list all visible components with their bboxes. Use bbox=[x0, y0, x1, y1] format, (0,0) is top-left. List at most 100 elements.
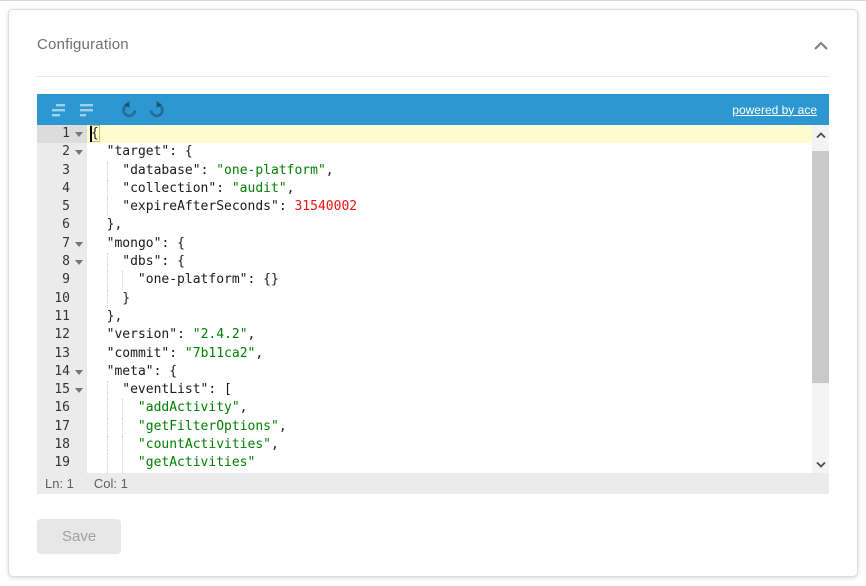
code-line[interactable]: 3"database": "one-platform", bbox=[37, 162, 829, 180]
code-token: : { bbox=[161, 254, 184, 269]
line-number[interactable]: 11 bbox=[37, 308, 87, 326]
code-line[interactable]: 8"dbs": { bbox=[37, 253, 829, 271]
code-line[interactable]: 7"mongo": { bbox=[37, 235, 829, 253]
code-line-content[interactable]: "one-platform": {} bbox=[87, 271, 829, 289]
code-token: "commit" bbox=[107, 346, 170, 361]
line-number[interactable]: 9 bbox=[37, 271, 87, 289]
code-line[interactable]: 1{ bbox=[37, 125, 829, 143]
code-line-content[interactable]: "meta": { bbox=[87, 363, 829, 381]
code-line[interactable]: 9"one-platform": {} bbox=[37, 271, 829, 289]
code-line[interactable]: 16"addActivity", bbox=[37, 399, 829, 417]
indent-guide bbox=[107, 162, 123, 180]
line-number[interactable]: 3 bbox=[37, 162, 87, 180]
scroll-down-icon[interactable] bbox=[812, 456, 829, 473]
line-number[interactable]: 13 bbox=[37, 345, 87, 363]
fold-arrow-icon[interactable] bbox=[75, 150, 83, 155]
indent-space bbox=[91, 399, 107, 417]
line-number[interactable]: 5 bbox=[37, 198, 87, 216]
line-number[interactable]: 10 bbox=[37, 290, 87, 308]
code-line-content[interactable]: "expireAfterSeconds": 31540002 bbox=[87, 198, 829, 216]
configuration-card: Configuration bbox=[8, 9, 858, 577]
scroll-up-icon[interactable] bbox=[812, 127, 829, 144]
line-number[interactable]: 7 bbox=[37, 235, 87, 253]
line-number[interactable]: 8 bbox=[37, 253, 87, 271]
code-token: "audit" bbox=[232, 181, 287, 196]
line-number[interactable]: 4 bbox=[37, 180, 87, 198]
indent-guide bbox=[122, 399, 138, 417]
fold-arrow-icon[interactable] bbox=[75, 132, 83, 137]
indent-space bbox=[91, 290, 107, 308]
fold-arrow-icon[interactable] bbox=[75, 388, 83, 393]
line-number[interactable]: 14 bbox=[37, 363, 87, 381]
code-token: "countActivities" bbox=[138, 437, 271, 452]
code-line-content[interactable]: "version": "2.4.2", bbox=[87, 326, 829, 344]
code-line-content[interactable]: "target": { bbox=[87, 143, 829, 161]
code-line[interactable]: 4"collection": "audit", bbox=[37, 180, 829, 198]
line-number[interactable]: 1 bbox=[37, 125, 87, 143]
code-line[interactable]: 6}, bbox=[37, 216, 829, 234]
compact-json-icon[interactable] bbox=[73, 98, 101, 122]
indent-space bbox=[91, 198, 107, 216]
code-line[interactable]: 2"target": { bbox=[37, 143, 829, 161]
line-number[interactable]: 6 bbox=[37, 216, 87, 234]
indent-guide bbox=[107, 271, 123, 289]
code-line[interactable]: 11}, bbox=[37, 308, 829, 326]
redo-icon[interactable] bbox=[143, 98, 171, 122]
line-number[interactable]: 16 bbox=[37, 399, 87, 417]
editor-scrollbar[interactable] bbox=[812, 125, 829, 473]
code-line[interactable]: 19"getActivities" bbox=[37, 454, 829, 472]
code-token: "database" bbox=[122, 163, 200, 178]
powered-by-ace-link[interactable]: powered by ace bbox=[732, 103, 821, 117]
code-line-content[interactable]: } bbox=[87, 290, 829, 308]
fold-arrow-icon[interactable] bbox=[75, 260, 83, 265]
code-line-content[interactable]: }, bbox=[87, 216, 829, 234]
scrollbar-thumb[interactable] bbox=[812, 151, 829, 383]
indent-space bbox=[91, 436, 107, 454]
code-line-content[interactable]: "mongo": { bbox=[87, 235, 829, 253]
code-token: , bbox=[240, 400, 248, 415]
indent-space bbox=[91, 235, 107, 253]
fold-arrow-icon[interactable] bbox=[75, 242, 83, 247]
code-line-content[interactable]: "dbs": { bbox=[87, 253, 829, 271]
line-number[interactable]: 15 bbox=[37, 381, 87, 399]
code-line-content[interactable]: "database": "one-platform", bbox=[87, 162, 829, 180]
code-line[interactable]: 15"eventList": [ bbox=[37, 381, 829, 399]
indent-space bbox=[91, 381, 107, 399]
line-number[interactable]: 19 bbox=[37, 454, 87, 472]
status-line-number: Ln: 1 bbox=[45, 476, 74, 491]
line-number[interactable]: 18 bbox=[37, 436, 87, 454]
code-line-content[interactable]: "countActivities", bbox=[87, 436, 829, 454]
code-line[interactable]: 10} bbox=[37, 290, 829, 308]
line-number[interactable]: 2 bbox=[37, 143, 87, 161]
code-token: "version" bbox=[107, 327, 177, 342]
fold-arrow-icon[interactable] bbox=[75, 370, 83, 375]
code-lines: 1{2"target": {3"database": "one-platform… bbox=[37, 125, 829, 473]
code-line-content[interactable]: }, bbox=[87, 308, 829, 326]
chevron-up-icon[interactable] bbox=[813, 39, 829, 51]
json-code-editor[interactable]: 1{2"target": {3"database": "one-platform… bbox=[37, 125, 829, 473]
code-line[interactable]: 12"version": "2.4.2", bbox=[37, 326, 829, 344]
card-header: Configuration bbox=[37, 10, 829, 53]
code-line-content[interactable]: "collection": "audit", bbox=[87, 180, 829, 198]
code-line-content[interactable]: "commit": "7b11ca2", bbox=[87, 345, 829, 363]
code-line-content[interactable]: "eventList": [ bbox=[87, 381, 829, 399]
format-json-icon[interactable] bbox=[45, 98, 73, 122]
code-line-content[interactable]: { bbox=[87, 125, 829, 143]
code-line[interactable]: 17"getFilterOptions", bbox=[37, 418, 829, 436]
text-cursor bbox=[90, 126, 92, 142]
code-line-content[interactable]: "getFilterOptions", bbox=[87, 418, 829, 436]
save-button[interactable]: Save bbox=[37, 519, 121, 554]
undo-icon[interactable] bbox=[115, 98, 143, 122]
code-token: "mongo" bbox=[107, 236, 162, 251]
line-number[interactable]: 12 bbox=[37, 326, 87, 344]
code-line-content[interactable]: "addActivity", bbox=[87, 399, 829, 417]
indent-guide bbox=[107, 399, 123, 417]
code-line[interactable]: 14"meta": { bbox=[37, 363, 829, 381]
code-line[interactable]: 13"commit": "7b11ca2", bbox=[37, 345, 829, 363]
code-line[interactable]: 5"expireAfterSeconds": 31540002 bbox=[37, 198, 829, 216]
code-line[interactable]: 18"countActivities", bbox=[37, 436, 829, 454]
line-number[interactable]: 17 bbox=[37, 418, 87, 436]
code-line-content[interactable]: "getActivities" bbox=[87, 454, 829, 472]
code-token: { bbox=[91, 126, 99, 141]
code-token: , bbox=[326, 163, 334, 178]
